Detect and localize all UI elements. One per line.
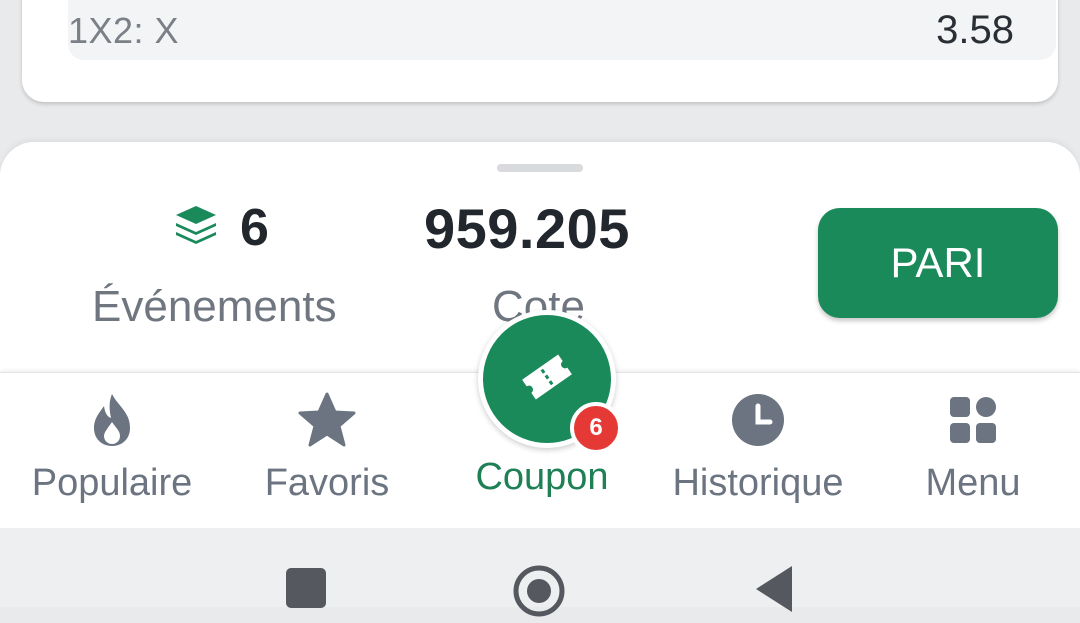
layers-icon	[172, 204, 220, 253]
recents-button[interactable]	[286, 568, 326, 608]
total-odds-value: 959.205	[424, 197, 630, 260]
nav-item-historique[interactable]: Historique	[658, 390, 858, 505]
grid-icon	[873, 390, 1073, 450]
star-icon	[227, 390, 427, 450]
sheet-drag-handle[interactable]	[497, 164, 583, 172]
nav-label-menu: Menu	[925, 462, 1021, 504]
nav-label-historique: Historique	[672, 462, 844, 504]
ticket-icon	[517, 347, 577, 412]
nav-item-populaire[interactable]: Populaire	[12, 390, 212, 505]
nav-item-favoris[interactable]: Favoris	[227, 390, 427, 505]
events-summary: 6	[172, 198, 269, 258]
nav-label-favoris: Favoris	[264, 462, 390, 504]
events-count: 6	[240, 199, 269, 257]
fire-icon	[12, 390, 212, 450]
home-button[interactable]	[512, 564, 566, 618]
nav-item-menu[interactable]: Menu	[873, 390, 1073, 505]
bet-selection-label: 1X2: X	[68, 10, 180, 51]
place-bet-button[interactable]: PARI	[818, 208, 1058, 318]
coupon-count-badge: 6	[570, 402, 622, 454]
bet-row[interactable]	[68, 0, 1056, 60]
bet-odds-value: 3.58	[936, 8, 1014, 52]
nav-label-populaire: Populaire	[31, 462, 193, 504]
nav-label-coupon: Coupon	[475, 456, 609, 498]
system-navigation-bar	[0, 528, 1080, 617]
events-label: Événements	[92, 282, 337, 331]
clock-icon	[658, 390, 858, 450]
